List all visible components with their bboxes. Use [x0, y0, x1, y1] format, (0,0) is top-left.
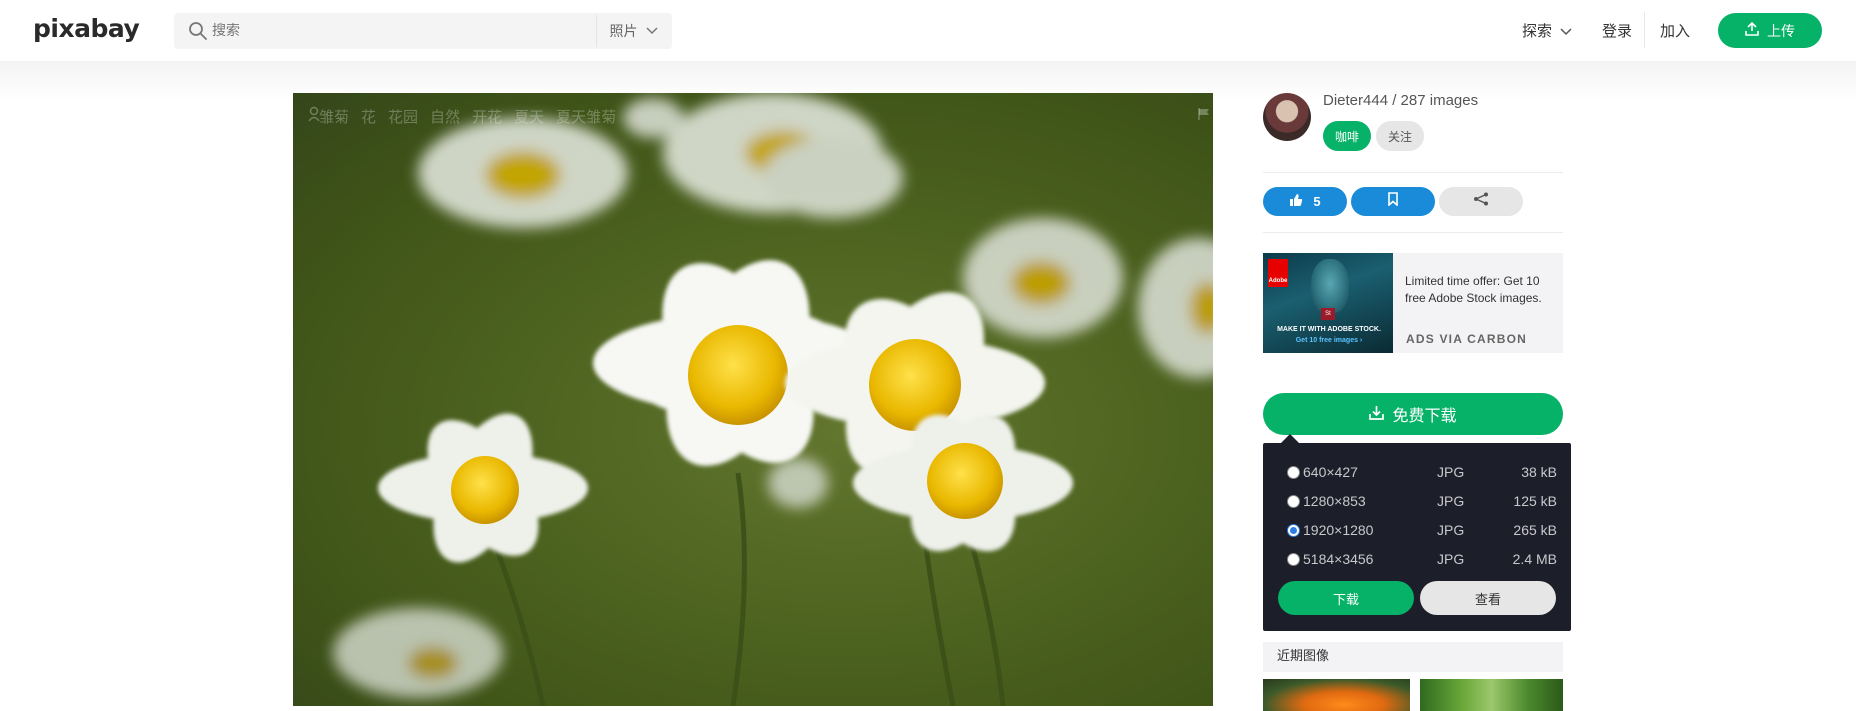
ad-via-label[interactable]: ADS VIA CARBON [1406, 332, 1527, 346]
radio-button[interactable] [1287, 465, 1300, 479]
photo-tag[interactable]: 雏菊 [319, 106, 349, 127]
search-type-label: 照片 [609, 24, 638, 40]
option-format: JPG [1437, 551, 1465, 567]
download-option[interactable]: 5184×3456 JPG 2.4 MB [1287, 549, 1557, 569]
nav-explore-label: 探索 [1522, 22, 1553, 40]
free-download-label: 免费下载 [1392, 406, 1457, 425]
like-count: 5 [1313, 194, 1321, 209]
ad-image-cta: Get 10 free images › [1295, 337, 1363, 344]
option-format: JPG [1437, 464, 1465, 480]
option-resolution: 640×427 [1303, 464, 1358, 480]
photo-tag[interactable]: 夏天雏菊 [556, 106, 616, 127]
search-type-select[interactable]: 照片 [596, 15, 670, 47]
search-icon[interactable] [188, 21, 208, 46]
nav-divider [1644, 12, 1645, 48]
option-size: 2.4 MB [1512, 551, 1557, 567]
bookmark-icon [1387, 192, 1399, 211]
search-input[interactable] [212, 13, 562, 49]
chevron-down-icon [1560, 22, 1572, 40]
photo-tag[interactable]: 花 [361, 106, 376, 127]
download-option[interactable]: 640×427 JPG 38 kB [1287, 462, 1557, 482]
author-name[interactable]: Dieter444 / 287 images [1323, 92, 1478, 109]
option-resolution: 1920×1280 [1303, 522, 1374, 538]
option-resolution: 5184×3456 [1303, 551, 1374, 567]
bookmark-button[interactable] [1351, 187, 1435, 216]
ad-text[interactable]: Limited time offer: Get 10 free Adobe St… [1405, 273, 1555, 307]
photo-tag[interactable]: 夏天 [514, 106, 544, 127]
recent-images-heading: 近期图像 [1263, 642, 1563, 672]
nav-explore[interactable]: 探索 [1522, 20, 1572, 41]
option-size: 38 kB [1521, 464, 1557, 480]
download-option[interactable]: 1280×853 JPG 125 kB [1287, 491, 1557, 511]
option-size: 265 kB [1513, 522, 1557, 538]
chevron-down-icon [645, 23, 658, 39]
upload-icon [1745, 21, 1759, 40]
photo-tag[interactable]: 自然 [430, 106, 460, 127]
option-size: 125 kB [1513, 493, 1557, 509]
main-photo[interactable]: 雏菊 花 花园 自然 开花 夏天 夏天雏菊 [293, 93, 1213, 706]
nav-join[interactable]: 加入 [1660, 20, 1690, 41]
like-button[interactable]: 5 [1263, 187, 1347, 216]
upload-label: 上传 [1767, 23, 1795, 40]
view-button[interactable]: 查看 [1420, 581, 1556, 615]
radio-button-selected[interactable] [1287, 523, 1300, 537]
free-download-button[interactable]: 免费下载 [1263, 393, 1563, 435]
top-header: pixabay 照片 探索 登录 加入 上传 [0, 0, 1856, 61]
pixabay-logo[interactable]: pixabay [33, 14, 140, 43]
download-icon [1369, 405, 1385, 424]
nav-login[interactable]: 登录 [1602, 20, 1632, 41]
photo-tag[interactable]: 开花 [472, 106, 502, 127]
ad-image-headline: MAKE IT WITH ADOBE STOCK. [1277, 326, 1381, 333]
coffee-button[interactable]: 咖啡 [1323, 121, 1371, 151]
divider [1263, 172, 1563, 173]
share-button[interactable] [1439, 187, 1523, 216]
follow-button[interactable]: 关注 [1376, 121, 1424, 151]
carbon-ad[interactable]: Adobe St MAKE IT WITH ADOBE STOCK. Get 1… [1263, 253, 1563, 353]
download-option[interactable]: 1920×1280 JPG 265 kB [1287, 520, 1557, 540]
ad-portrait [1311, 259, 1349, 313]
adobe-logo: Adobe [1268, 259, 1288, 287]
ad-stock-badge: St [1321, 308, 1335, 320]
upload-button[interactable]: 上传 [1718, 13, 1822, 48]
ad-image[interactable]: Adobe St MAKE IT WITH ADOBE STOCK. Get 1… [1263, 253, 1393, 353]
photo-tags: 雏菊 花 花园 自然 开花 夏天 夏天雏菊 [307, 106, 616, 127]
recent-image-thumbnail[interactable] [1263, 679, 1410, 711]
option-resolution: 1280×853 [1303, 493, 1366, 509]
share-icon [1473, 192, 1489, 211]
search-bar: 照片 [174, 13, 672, 49]
thumbs-up-icon [1289, 193, 1303, 210]
radio-button[interactable] [1287, 494, 1300, 508]
radio-button[interactable] [1287, 552, 1300, 566]
option-format: JPG [1437, 493, 1465, 509]
divider [1263, 232, 1563, 233]
option-format: JPG [1437, 522, 1465, 538]
photo-tag[interactable]: 花园 [388, 106, 418, 127]
recent-image-thumbnail[interactable] [1420, 679, 1563, 711]
daisy-photo-art [333, 93, 1213, 706]
download-button[interactable]: 下载 [1278, 581, 1414, 615]
author-avatar[interactable] [1263, 93, 1311, 141]
download-options-panel: 640×427 JPG 38 kB 1280×853 JPG 125 kB 19… [1263, 443, 1571, 631]
